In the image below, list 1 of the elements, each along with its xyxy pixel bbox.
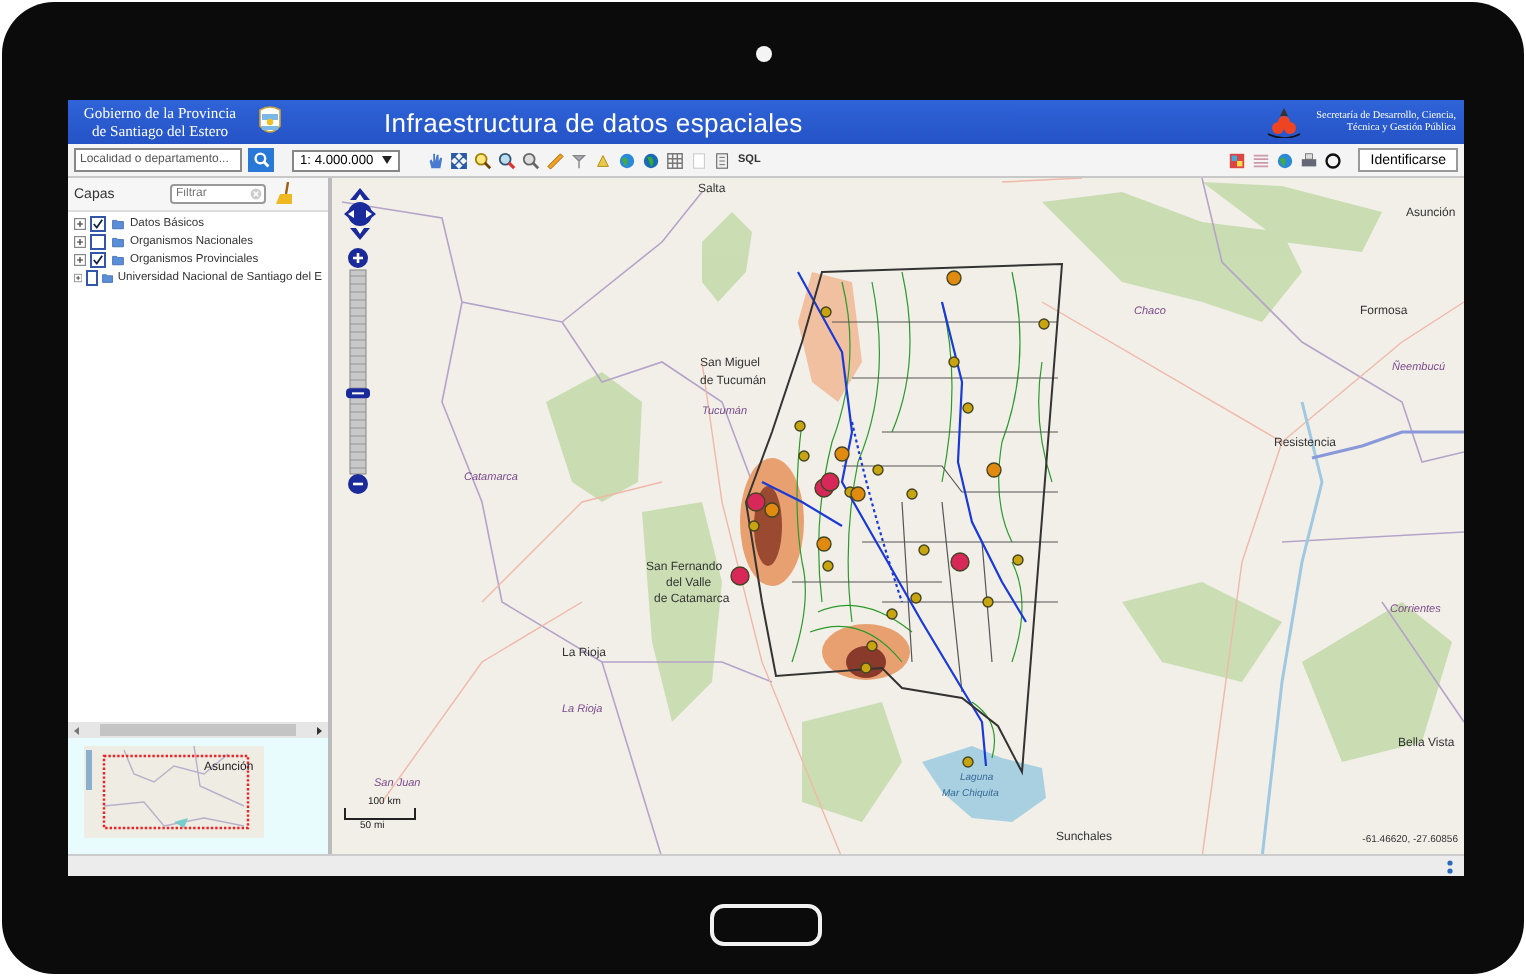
page-title: Infraestructura de datos espaciales: [384, 107, 805, 137]
